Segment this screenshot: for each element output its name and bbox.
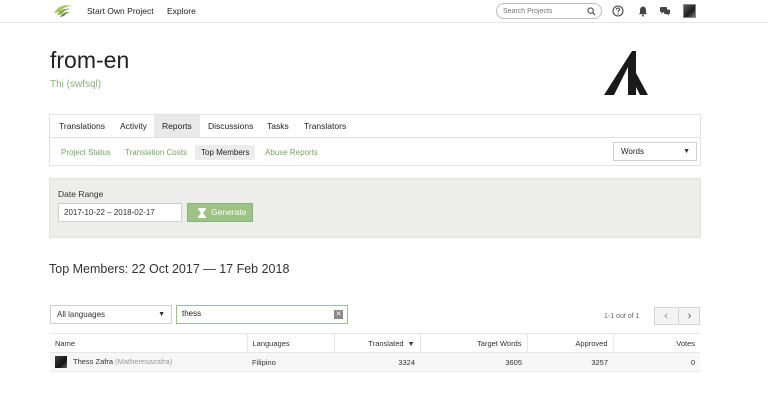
table-header-row: Name Languages Translated ▼ Target Words … [50,333,700,353]
col-header-approved[interactable]: Approved [527,333,614,353]
project-title: from-en [50,47,130,73]
member-target-words: 3605 [420,352,527,372]
hourglass-icon [198,208,206,218]
col-header-translated[interactable]: Translated ▼ [334,333,421,353]
unit-select[interactable]: Words ▼ [613,142,697,161]
messages-icon[interactable] [659,5,671,17]
tab-tasks[interactable]: Tasks [259,115,297,137]
report-subtabs: Project Status Translation Costs Top Mem… [49,138,701,166]
tab-translators[interactable]: Translators [296,115,354,137]
top-navbar: Start Own Project Explore [0,0,768,23]
top-members-table: Name Languages Translated ▼ Target Words … [50,333,700,372]
generate-button[interactable]: Generate [187,203,253,222]
col-header-target-words[interactable]: Target Words [420,333,528,353]
tab-discussions[interactable]: Discussions [200,115,261,137]
col-header-votes[interactable]: Votes [613,333,700,353]
unit-select-value: Words [621,147,644,156]
col-header-name[interactable]: Name [50,333,248,353]
search-icon[interactable] [587,7,596,16]
project-tabs: Translations Activity Reports Discussion… [49,114,701,138]
prev-page-button[interactable]: ‹ [655,308,677,324]
date-range-panel: Date Range 2017-10-22 – 2018-02-17 Gener… [49,178,701,238]
member-language: Filipino [247,352,334,372]
section-title: Top Members: 22 Oct 2017 — 17 Feb 2018 [49,262,290,276]
search-projects[interactable] [496,3,602,19]
subtab-abuse-reports[interactable]: Abuse Reports [259,145,324,160]
subtab-translation-costs[interactable]: Translation Costs [119,145,193,160]
crowdin-logo-icon[interactable] [52,3,74,19]
member-handle: (Matheresazafra) [115,356,173,366]
search-input[interactable] [503,6,583,17]
member-search-input[interactable]: thess ✕ [176,305,348,324]
subtab-top-members[interactable]: Top Members [195,145,256,160]
sort-desc-icon: ▼ [407,340,415,348]
next-page-button[interactable]: › [678,308,700,324]
nav-explore[interactable]: Explore [167,6,196,16]
notifications-bell-icon[interactable] [637,5,649,17]
generate-button-label: Generate [211,207,247,217]
project-owner-link[interactable]: Thi (swfsql) [50,79,101,90]
project-logo-icon [604,51,648,95]
member-avatar [55,356,67,368]
language-filter-value: All languages [57,310,106,319]
help-icon[interactable] [612,5,624,17]
member-votes: 0 [613,352,700,372]
member-approved: 3257 [527,352,613,372]
tab-reports[interactable]: Reports [154,115,200,137]
nav-start-own-project[interactable]: Start Own Project [87,6,154,16]
member-translated: 3324 [334,352,420,372]
date-range-label: Date Range [58,189,104,199]
col-header-languages[interactable]: Languages [247,333,335,353]
date-range-input[interactable]: 2017-10-22 – 2018-02-17 [58,203,182,222]
pagination-controls: ‹ › [654,307,700,325]
member-name[interactable]: Thess Zafra [73,357,113,366]
tab-activity[interactable]: Activity [112,115,155,137]
dropdown-caret-icon: ▼ [158,311,165,318]
member-search-value: thess [182,309,202,318]
tab-translations[interactable]: Translations [51,115,113,137]
clear-search-icon[interactable]: ✕ [334,310,343,319]
table-row[interactable]: Thess Zafra (Matheresazafra) Filipino 33… [50,352,700,372]
col-header-translated-label: Translated [368,338,404,348]
member-name-cell: Thess Zafra (Matheresazafra) [50,352,247,372]
subtab-project-status[interactable]: Project Status [55,145,117,160]
user-avatar[interactable] [683,4,696,18]
dropdown-caret-icon: ▼ [683,148,690,155]
pagination-info: 1-1 out of 1 [604,313,640,320]
language-filter-select[interactable]: All languages ▼ [50,305,172,324]
